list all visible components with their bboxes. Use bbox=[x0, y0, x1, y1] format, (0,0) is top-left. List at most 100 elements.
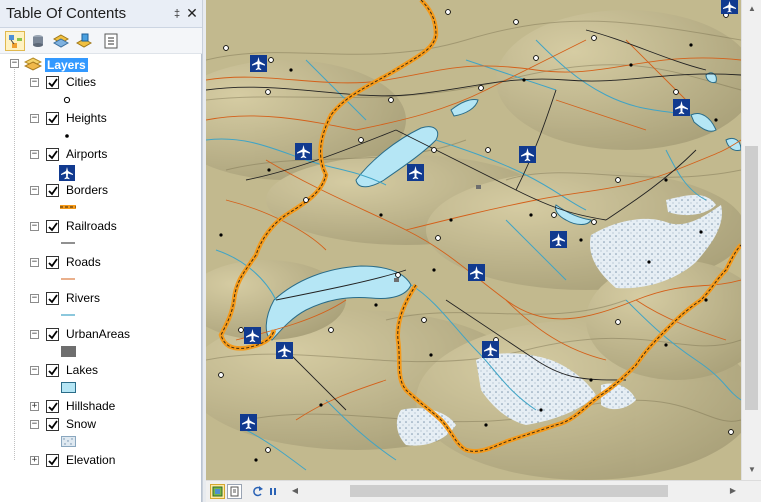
airport-icon bbox=[240, 414, 257, 431]
lakes-checkbox[interactable] bbox=[46, 364, 59, 377]
airport-icon bbox=[250, 55, 267, 72]
rivers-checkbox[interactable] bbox=[46, 292, 59, 305]
vertical-scroll-thumb[interactable] bbox=[745, 146, 758, 410]
pause-drawing-button[interactable] bbox=[266, 484, 281, 499]
airport-icon bbox=[519, 146, 536, 163]
rivers-expander[interactable]: − bbox=[30, 294, 39, 303]
borders-expander[interactable]: − bbox=[30, 186, 39, 195]
city-point-icon bbox=[63, 96, 71, 104]
heights-expander[interactable]: − bbox=[30, 114, 39, 123]
layer-tree: − Layers − Cities − Heights − Airports −… bbox=[0, 55, 202, 502]
cities-expander[interactable]: − bbox=[30, 78, 39, 87]
layer-label-borders[interactable]: Borders bbox=[66, 183, 108, 197]
railroad-line-icon bbox=[61, 242, 75, 244]
layer-label-railroads[interactable]: Railroads bbox=[66, 219, 117, 233]
map-view[interactable] bbox=[206, 0, 741, 480]
layer-label-elevation[interactable]: Elevation bbox=[66, 453, 115, 467]
cities-checkbox[interactable] bbox=[46, 76, 59, 89]
airport-icon bbox=[295, 143, 312, 160]
check-icon bbox=[48, 402, 58, 412]
list-by-visibility-icon bbox=[53, 34, 69, 48]
check-icon bbox=[48, 258, 58, 268]
check-icon bbox=[48, 456, 58, 466]
list-by-selection-icon bbox=[76, 33, 92, 48]
layers-group-icon bbox=[24, 57, 42, 71]
map-canvas bbox=[206, 0, 741, 480]
airport-icon bbox=[276, 342, 293, 359]
check-icon bbox=[48, 78, 58, 88]
options-button[interactable] bbox=[101, 31, 121, 51]
layer-label-lakes[interactable]: Lakes bbox=[66, 363, 98, 377]
toc-title: Table Of Contents bbox=[6, 5, 127, 22]
layer-label-heights[interactable]: Heights bbox=[66, 111, 107, 125]
airport-icon bbox=[407, 164, 424, 181]
list-by-drawing-order-button[interactable] bbox=[5, 31, 25, 51]
pause-icon bbox=[270, 488, 276, 495]
refresh-icon bbox=[253, 486, 263, 497]
list-by-drawing-order-icon bbox=[9, 35, 22, 48]
lakes-expander[interactable]: − bbox=[30, 366, 39, 375]
refresh-button[interactable] bbox=[250, 484, 265, 499]
scroll-down-arrow-icon[interactable]: ▼ bbox=[747, 465, 757, 475]
list-by-visibility-button[interactable] bbox=[51, 31, 71, 51]
layers-expander[interactable]: − bbox=[10, 59, 19, 68]
layer-label-rivers[interactable]: Rivers bbox=[66, 291, 100, 305]
airport-icon bbox=[721, 0, 738, 14]
layer-label-airports[interactable]: Airports bbox=[66, 147, 107, 161]
roads-expander[interactable]: − bbox=[30, 258, 39, 267]
table-of-contents-panel: Table Of Contents ‡ ✕ − Layers − Cities … bbox=[0, 0, 202, 502]
railroads-expander[interactable]: − bbox=[30, 222, 39, 231]
airport-icon bbox=[59, 165, 75, 181]
layers-root-label[interactable]: Layers bbox=[45, 58, 88, 72]
list-by-source-button[interactable] bbox=[28, 31, 48, 51]
snow-fill-icon bbox=[61, 436, 76, 447]
hillshade-expander[interactable]: + bbox=[30, 402, 39, 411]
scroll-left-arrow-icon[interactable]: ◀ bbox=[290, 485, 300, 497]
check-icon bbox=[48, 420, 58, 430]
hillshade-checkbox[interactable] bbox=[46, 400, 59, 413]
urbanareas-checkbox[interactable] bbox=[46, 328, 59, 341]
check-icon bbox=[48, 114, 58, 124]
roads-checkbox[interactable] bbox=[46, 256, 59, 269]
layer-label-hillshade[interactable]: Hillshade bbox=[66, 399, 115, 413]
borders-checkbox[interactable] bbox=[46, 184, 59, 197]
close-icon[interactable]: ✕ bbox=[186, 6, 198, 20]
check-icon bbox=[48, 366, 58, 376]
layer-label-snow[interactable]: Snow bbox=[66, 417, 96, 431]
horizontal-scrollbar[interactable]: ◀ ▶ bbox=[288, 481, 741, 501]
river-line-icon bbox=[61, 314, 75, 316]
horizontal-scroll-thumb[interactable] bbox=[350, 485, 668, 497]
elevation-expander[interactable]: + bbox=[30, 456, 39, 465]
layer-label-roads[interactable]: Roads bbox=[66, 255, 101, 269]
urban-area-fill-icon bbox=[61, 346, 76, 357]
border-line-icon bbox=[60, 205, 76, 209]
data-view-button[interactable] bbox=[210, 484, 225, 499]
page-icon bbox=[230, 486, 239, 497]
options-icon bbox=[104, 33, 118, 49]
layout-view-button[interactable] bbox=[227, 484, 242, 499]
list-by-source-icon bbox=[33, 35, 43, 47]
scroll-up-arrow-icon[interactable]: ▲ bbox=[747, 4, 757, 14]
airports-checkbox[interactable] bbox=[46, 148, 59, 161]
lake-fill-icon bbox=[61, 382, 76, 393]
snow-expander[interactable]: − bbox=[30, 420, 39, 429]
airport-icon bbox=[244, 327, 261, 344]
layer-label-cities[interactable]: Cities bbox=[66, 75, 96, 89]
toc-toolbar bbox=[0, 28, 202, 54]
scroll-right-arrow-icon[interactable]: ▶ bbox=[728, 485, 738, 497]
snow-checkbox[interactable] bbox=[46, 418, 59, 431]
layer-label-urbanareas[interactable]: UrbanAreas bbox=[66, 327, 130, 341]
elevation-checkbox[interactable] bbox=[46, 454, 59, 467]
urbanareas-expander[interactable]: − bbox=[30, 330, 39, 339]
check-icon bbox=[48, 186, 58, 196]
pin-icon[interactable]: ‡ bbox=[171, 7, 183, 21]
check-icon bbox=[48, 222, 58, 232]
airports-expander[interactable]: − bbox=[30, 150, 39, 159]
airport-icon bbox=[482, 341, 499, 358]
tree-connector bbox=[14, 67, 15, 460]
check-icon bbox=[48, 150, 58, 160]
list-by-selection-button[interactable] bbox=[74, 31, 94, 51]
heights-checkbox[interactable] bbox=[46, 112, 59, 125]
vertical-scrollbar[interactable]: ▲ ▼ bbox=[741, 0, 761, 480]
railroads-checkbox[interactable] bbox=[46, 220, 59, 233]
